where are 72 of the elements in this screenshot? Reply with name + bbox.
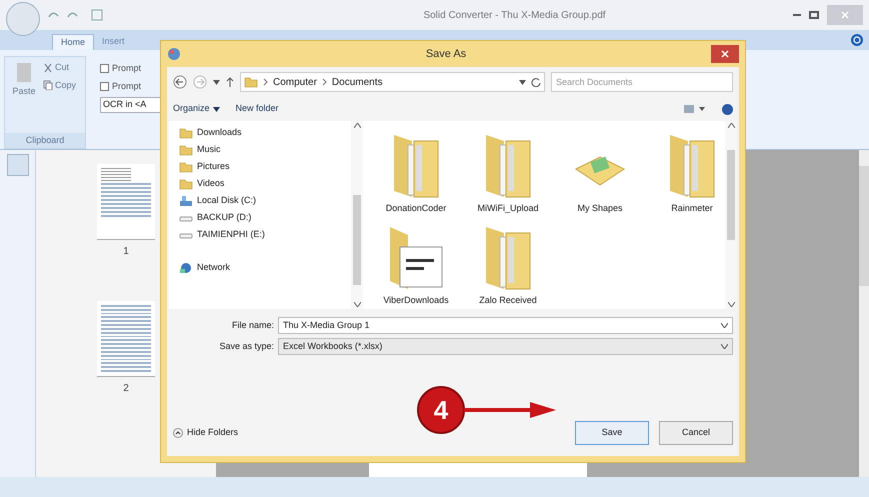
up-arrow-icon [226, 77, 234, 87]
file-item[interactable]: Zalo Received [463, 215, 553, 307]
nav-item[interactable]: Local Disk (C:) [179, 193, 351, 208]
caret-icon [212, 106, 220, 112]
page-number: 2 [123, 382, 129, 396]
view-options-icon [684, 104, 706, 114]
caret-icon [721, 344, 728, 349]
nav-item[interactable]: Downloads [179, 125, 351, 140]
cut-button[interactable]: Cut [43, 61, 76, 74]
close-icon [841, 11, 849, 19]
save-button[interactable]: Save [575, 421, 649, 445]
refresh-icon [531, 77, 541, 87]
network-icon [179, 262, 193, 274]
nav-item[interactable]: Music [179, 142, 351, 157]
scrollbar-thumb[interactable] [859, 166, 869, 286]
caret-icon [721, 323, 728, 328]
chevron-icon [263, 78, 268, 86]
toolbar-button[interactable]: New folder [236, 102, 279, 116]
caret-icon [519, 80, 526, 84]
ribbon-tab[interactable]: Home [52, 34, 94, 50]
breadcrumb-item[interactable]: Computer [273, 74, 317, 90]
file-name-field[interactable]: Thu X-Media Group 1 [278, 317, 733, 334]
chevron-icon [322, 78, 327, 86]
address-bar[interactable]: Computer Documents [240, 72, 545, 92]
scroll-down-icon [728, 302, 734, 307]
dialog-title: Save As [424, 46, 468, 62]
search-field[interactable]: Search Documents [551, 72, 733, 92]
window-title: Solid Converter - Thu X-Media Group.pdf [422, 8, 607, 22]
disk-drive-icon [179, 194, 193, 206]
cancel-button[interactable]: Cancel [659, 421, 733, 445]
maximize-button[interactable] [809, 11, 819, 19]
close-button[interactable] [711, 45, 739, 63]
page-thumbnail[interactable] [97, 301, 155, 377]
minimize-button[interactable] [793, 14, 801, 16]
checkbox[interactable] [100, 82, 109, 91]
file-item[interactable]: My Shapes [555, 123, 645, 215]
checkbox-label: Prompt [112, 62, 142, 75]
copy-icon [43, 80, 53, 90]
file-type-dropdown[interactable]: Excel Workbooks (*.xlsx) [278, 338, 733, 355]
scroll-up-icon [354, 123, 360, 128]
group-label: Clipboard [5, 132, 85, 148]
nav-item[interactable]: BACKUP (D:) [179, 210, 351, 225]
hide-folders-button[interactable]: Hide Folders [173, 426, 238, 440]
collapse-icon [173, 428, 183, 438]
application-button[interactable] [6, 2, 40, 36]
scissors-icon [43, 62, 53, 73]
scroll-up-icon [728, 123, 734, 128]
page-number: 1 [123, 245, 129, 259]
nav-item[interactable]: Videos [179, 176, 351, 191]
pages-panel-button[interactable] [6, 154, 28, 176]
nav-item[interactable]: Network [179, 260, 351, 275]
field-label: Save as type: [218, 340, 274, 353]
file-item[interactable]: MiWiFi_Upload [463, 123, 553, 215]
scroll-down-icon [354, 302, 360, 307]
scrollbar-thumb[interactable] [353, 195, 361, 285]
checkbox[interactable] [100, 64, 109, 74]
file-item[interactable]: DonationCoder [371, 123, 461, 215]
caret-icon [213, 80, 220, 84]
page-thumbnail[interactable] [97, 164, 155, 240]
close-icon [721, 50, 729, 58]
nav-item[interactable]: Pictures [179, 159, 351, 174]
app-icon [167, 47, 181, 61]
file-item[interactable]: ViberDownloads [371, 215, 461, 307]
toolbar-button[interactable]: Organize [173, 102, 220, 116]
paste-button[interactable]: Paste [9, 61, 39, 128]
checkbox-label: Prompt [112, 80, 142, 93]
scrollbar-thumb[interactable] [727, 150, 735, 240]
nav-item[interactable]: TAIMIENPHI (E:) [179, 227, 351, 242]
file-item[interactable]: Rainmeter [647, 123, 725, 215]
field-label: File name: [230, 318, 274, 332]
copy-button[interactable]: Copy [43, 78, 76, 92]
breadcrumb-item[interactable]: Documents [332, 74, 382, 90]
